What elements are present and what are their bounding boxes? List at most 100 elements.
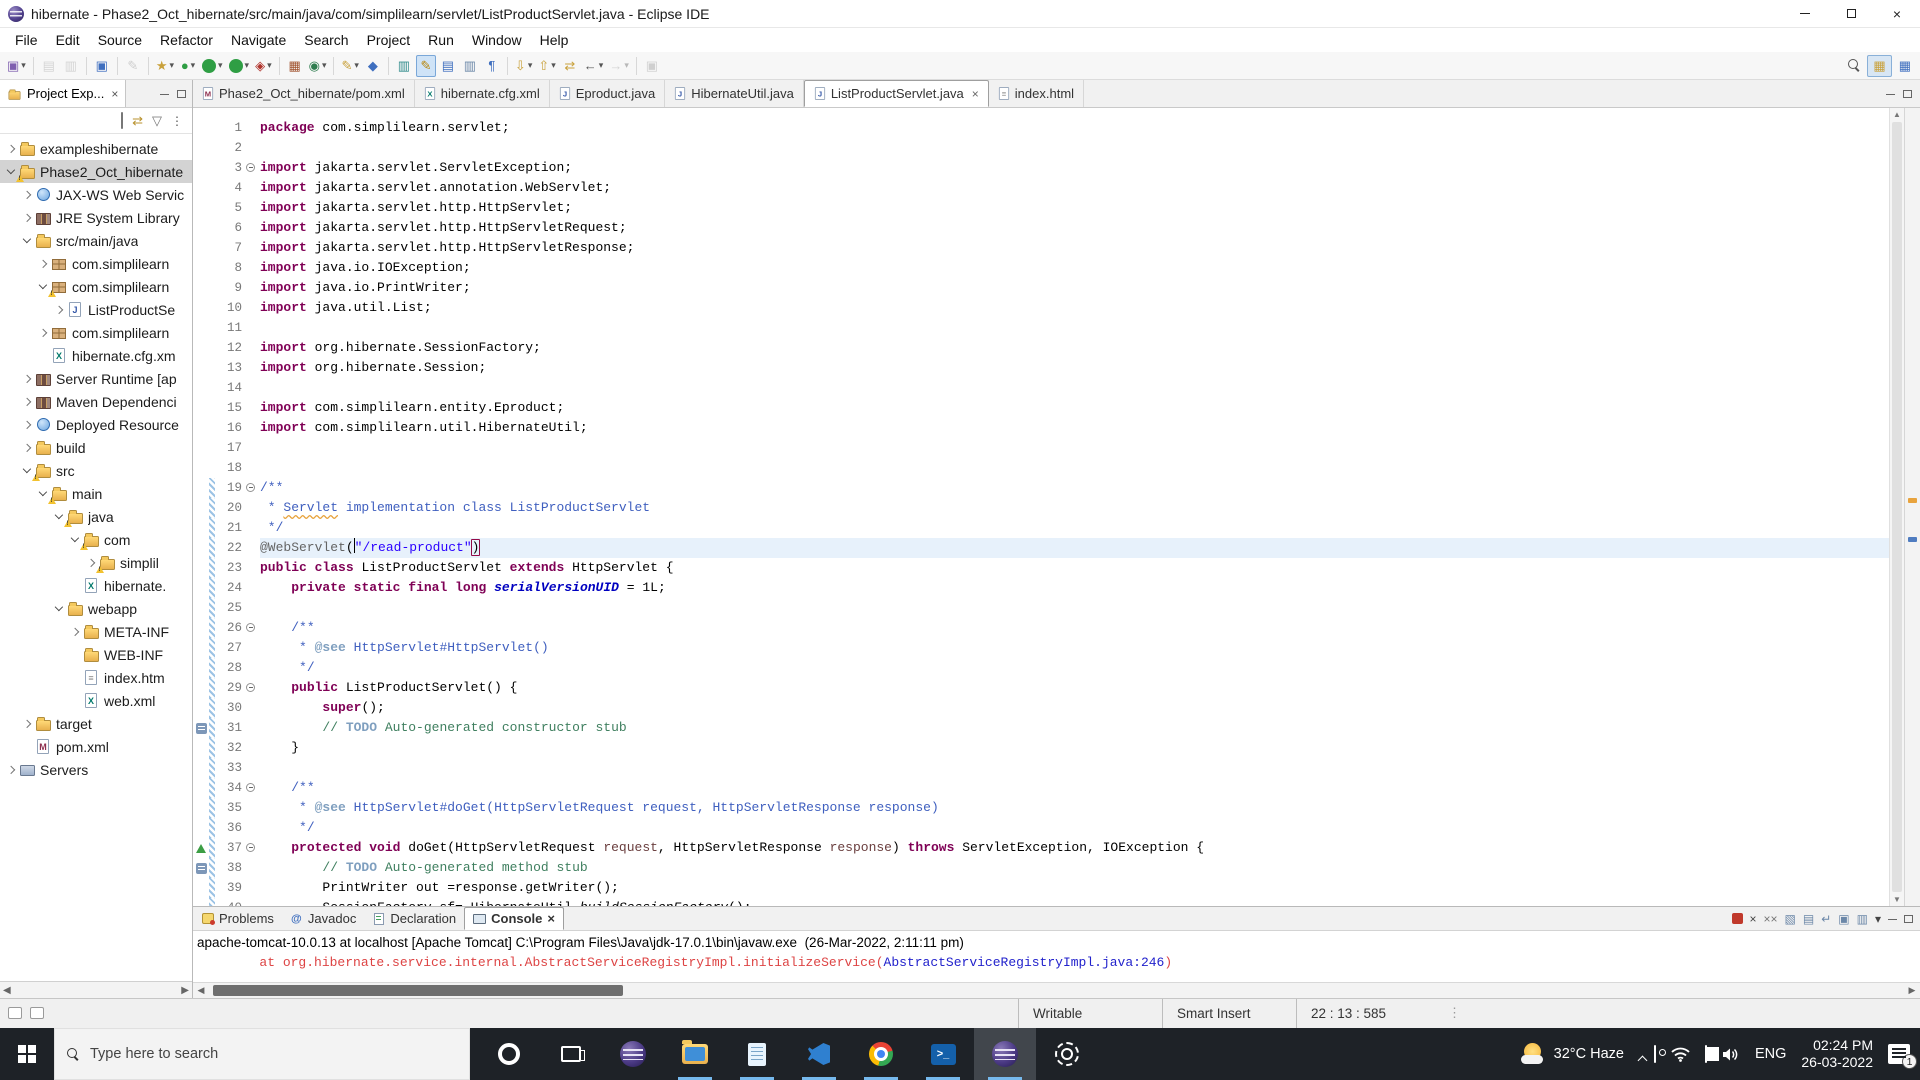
chevron-down-icon[interactable]	[20, 469, 34, 472]
code-line-7[interactable]: 7 import jakarta.servlet.http.HttpServlet…	[193, 238, 1889, 258]
maximize-view-icon[interactable]	[177, 89, 186, 98]
code-line-20[interactable]: 20 * Servlet implementation class ListPr…	[193, 498, 1889, 518]
external-tools-button[interactable]: ★ ▾	[154, 55, 176, 77]
collapse-all-button[interactable]	[121, 112, 124, 129]
code-line-28[interactable]: 28 */	[193, 658, 1889, 678]
tree-item-deployed-resource[interactable]: Deployed Resource	[0, 413, 192, 436]
maximize-button[interactable]	[1904, 914, 1913, 923]
fold-column[interactable]	[245, 678, 260, 698]
tree-item-server-runtime-ap[interactable]: Server Runtime [ap	[0, 367, 192, 390]
editor-tab-hibernate-cfg-xml[interactable]: Xhibernate.cfg.xml	[415, 80, 550, 107]
chevron-right-icon[interactable]	[20, 192, 34, 198]
clear-console-button[interactable]: ▧	[1785, 912, 1796, 926]
menu-run[interactable]: Run	[419, 30, 463, 50]
show-whitespace-button[interactable]: ¶	[482, 55, 502, 77]
dropdown-caret-icon[interactable]: ▾	[218, 60, 223, 71]
explorer-hscrollbar[interactable]: ◀ ▶	[0, 981, 192, 998]
tree-item-pom-xml[interactable]: Mpom.xml	[0, 735, 192, 758]
start-button[interactable]	[0, 1028, 54, 1080]
code-editor[interactable]: 1 package com.simplilearn.servlet; 2 3 impor…	[193, 108, 1920, 906]
taskbar-app-vscode[interactable]	[788, 1028, 850, 1080]
tree-item-jax-ws-web-servic[interactable]: JAX-WS Web Servic	[0, 183, 192, 206]
chevron-right-icon[interactable]	[68, 629, 82, 635]
quick-search-button[interactable]	[1844, 55, 1864, 77]
chevron-down-icon[interactable]	[4, 170, 18, 173]
perspective-java-button[interactable]: ▦	[1894, 55, 1916, 77]
chevron-right-icon[interactable]	[20, 399, 34, 405]
code-line-22[interactable]: 22 @WebServlet("/read-product")	[193, 538, 1889, 558]
tree-item-com-simplilearn[interactable]: com.simplilearn	[0, 321, 192, 344]
perspective-javaee-button[interactable]: ▦	[1867, 54, 1892, 77]
close-button[interactable]: ×	[1874, 0, 1920, 28]
fold-column[interactable]	[245, 478, 260, 498]
last-edit-location-button[interactable]: ⇄	[560, 55, 580, 77]
javadoc-view-button[interactable]: ▤	[438, 55, 458, 77]
editor-tab-listproductservlet-java[interactable]: J ListProductServlet.java ×	[803, 80, 989, 107]
code-line-29[interactable]: 29 public ListProductServlet() {	[193, 678, 1889, 698]
code-line-27[interactable]: 27 * @see HttpServlet#HttpServlet()	[193, 638, 1889, 658]
scroll-right-icon[interactable]: ▶	[181, 985, 189, 996]
menu-source[interactable]: Source	[89, 30, 151, 50]
dropdown-caret-icon[interactable]: ▾	[191, 60, 196, 71]
code-line-36[interactable]: 36 */	[193, 818, 1889, 838]
close-tab-icon[interactable]: ×	[972, 87, 979, 101]
taskbar-app-task-view[interactable]	[540, 1028, 602, 1080]
wifi-icon[interactable]	[1671, 1047, 1690, 1062]
word-wrap-button[interactable]: ↵	[1821, 912, 1831, 926]
menu-edit[interactable]: Edit	[47, 30, 89, 50]
code-line-15[interactable]: 15 import com.simplilearn.entity.Eproduct…	[193, 398, 1889, 418]
code-line-24[interactable]: 24 private static final long serialVersi…	[193, 578, 1889, 598]
scroll-down-icon[interactable]: ▼	[1890, 893, 1904, 906]
editor-tab-eproduct-java[interactable]: J Eproduct.java	[550, 80, 666, 107]
dropdown-caret-icon[interactable]: ▾	[245, 60, 250, 71]
code-line-32[interactable]: 32 }	[193, 738, 1889, 758]
menu-project[interactable]: Project	[358, 30, 420, 50]
code-line-35[interactable]: 35 * @see HttpServlet#doGet(HttpServletR…	[193, 798, 1889, 818]
chevron-right-icon[interactable]	[4, 767, 18, 773]
palette-button[interactable]: ◆	[363, 55, 383, 77]
stacktrace-link[interactable]: AbstractServiceRegistryImpl.java:246	[884, 955, 1165, 970]
chevron-right-icon[interactable]	[20, 376, 34, 382]
project-explorer-tab[interactable]: Project Exp... ×	[0, 80, 127, 107]
tree-item-main[interactable]: main	[0, 482, 192, 505]
code-line-13[interactable]: 13 import org.hibernate.Session;	[193, 358, 1889, 378]
editor-tab-hibernateutil-java[interactable]: J HibernateUtil.java	[665, 80, 804, 107]
code-line-11[interactable]: 11	[193, 318, 1889, 338]
editor-tab-index-html[interactable]: ≡ index.html	[989, 80, 1085, 107]
dropdown-caret-icon[interactable]: ▾	[169, 60, 174, 71]
console-tab-console[interactable]: Console ×	[464, 907, 564, 930]
taskbar-app-chrome[interactable]	[850, 1028, 912, 1080]
tree-item-exampleshibernate[interactable]: exampleshibernate	[0, 137, 192, 160]
tree-item-simplil[interactable]: simplil	[0, 551, 192, 574]
scroll-up-icon[interactable]: ▲	[1890, 108, 1904, 121]
menu-window[interactable]: Window	[463, 30, 531, 50]
code-line-33[interactable]: 33	[193, 758, 1889, 778]
code-line-3[interactable]: 3 import jakarta.servlet.ServletException…	[193, 158, 1889, 178]
tree-item-servers[interactable]: Servers	[0, 758, 192, 781]
code-line-26[interactable]: 26 /**	[193, 618, 1889, 638]
cast-icon[interactable]	[1653, 1045, 1656, 1063]
chevron-down-icon[interactable]	[52, 607, 66, 610]
code-line-12[interactable]: 12 import org.hibernate.SessionFactory;	[193, 338, 1889, 358]
chevron-right-icon[interactable]	[52, 307, 66, 313]
chevron-right-icon[interactable]	[20, 215, 34, 221]
console-tab-declaration[interactable]: Declaration	[364, 907, 464, 930]
taskbar-app-powershell[interactable]: >_	[912, 1028, 974, 1080]
debug-button[interactable]: ● ▾	[178, 55, 198, 77]
scroll-right-icon[interactable]: ▶	[1904, 983, 1920, 998]
open-console-view-button[interactable]: ▣	[92, 55, 112, 77]
run-history-button[interactable]: ▶ ▾	[227, 55, 252, 77]
code-line-5[interactable]: 5 import jakarta.servlet.http.HttpServlet…	[193, 198, 1889, 218]
volume-icon[interactable]	[1722, 1047, 1740, 1062]
back-button[interactable]: ← ▾	[582, 55, 606, 77]
chevron-right-icon[interactable]	[36, 330, 50, 336]
console-tab-javadoc[interactable]: @ Javadoc	[282, 907, 364, 930]
view-menu-button[interactable]: ⋮	[171, 114, 184, 128]
outline-view-button[interactable]: ▥	[460, 55, 480, 77]
dropdown-caret-icon[interactable]: ▾	[267, 60, 272, 71]
tree-item-src[interactable]: src	[0, 459, 192, 482]
taskbar-app-eclipse[interactable]	[602, 1028, 664, 1080]
menu-refactor[interactable]: Refactor	[151, 30, 222, 50]
mark-occurrences-button[interactable]: ✎	[415, 54, 436, 77]
maximize-editor-icon[interactable]	[1903, 89, 1912, 98]
